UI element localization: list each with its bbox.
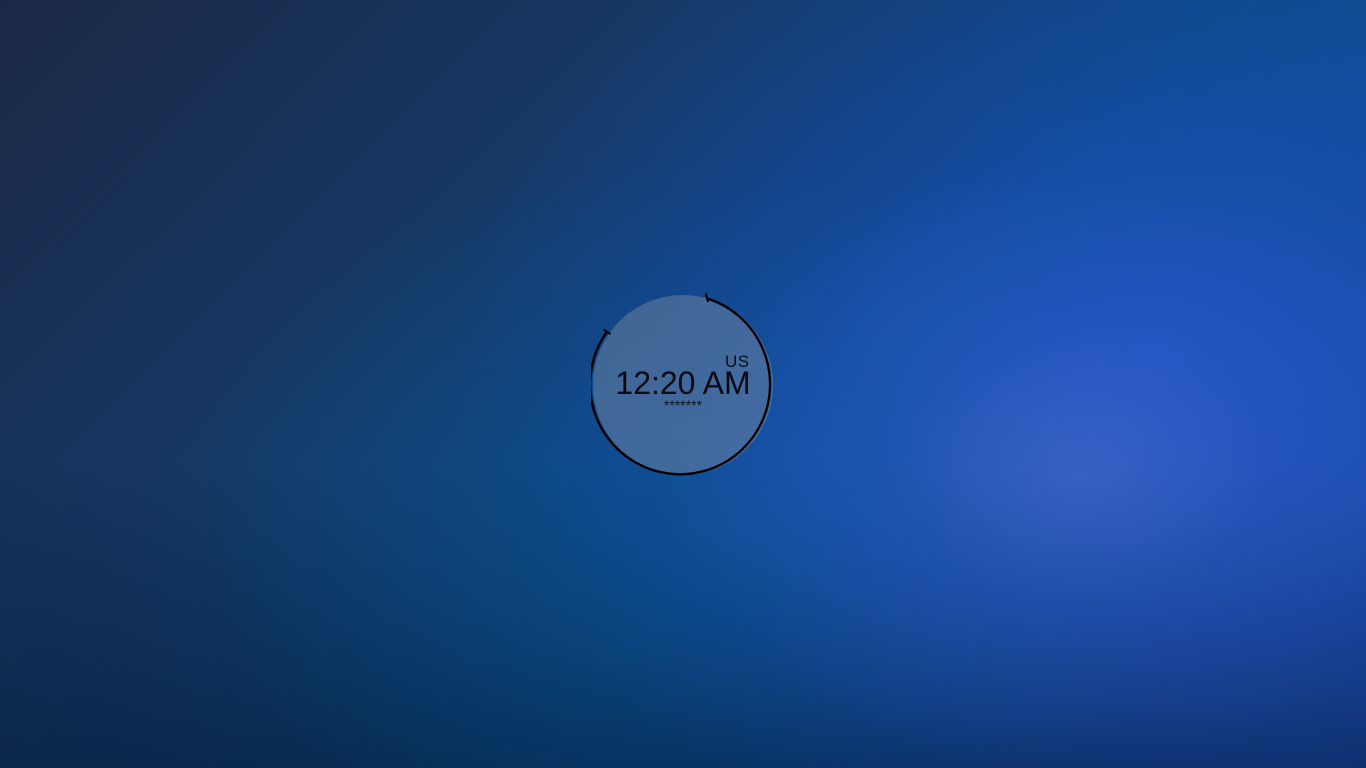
login-greeter: US 12:20 AM ******* xyxy=(591,293,773,476)
ring-tick-right xyxy=(704,293,709,303)
password-input[interactable]: ******* xyxy=(633,396,733,414)
